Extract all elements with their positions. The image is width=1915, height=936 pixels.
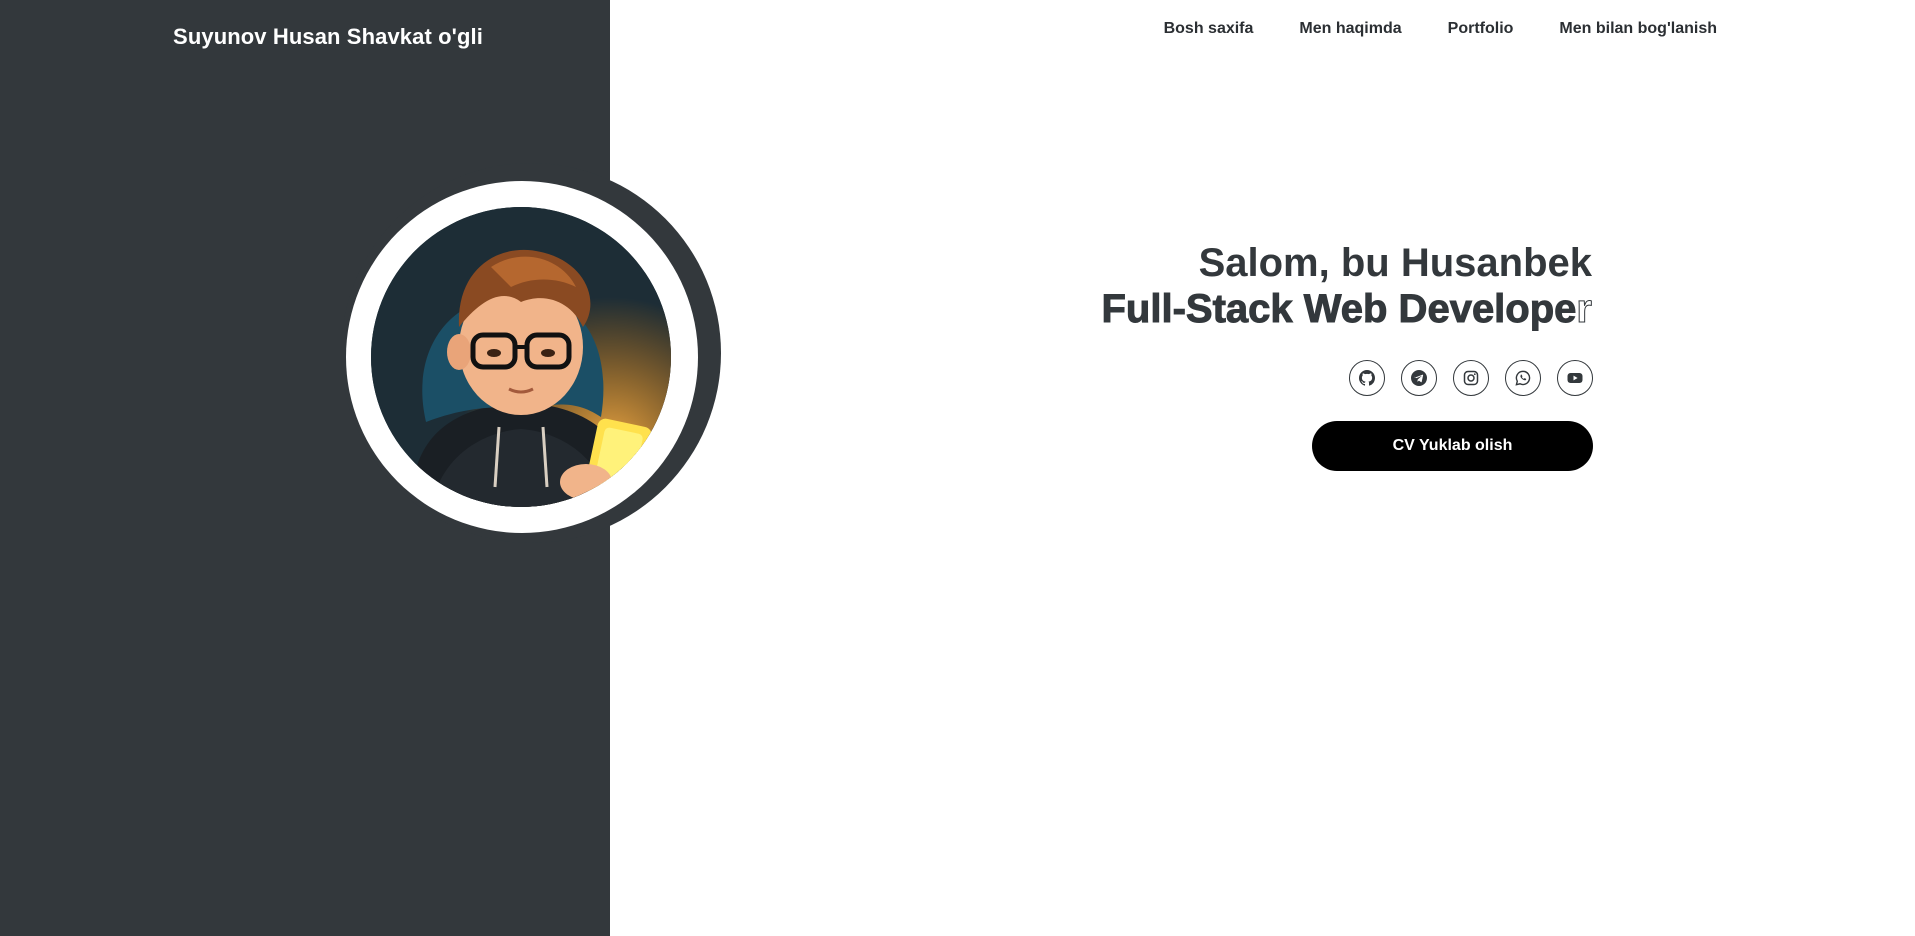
whatsapp-link[interactable] xyxy=(1505,360,1541,396)
page: Suyunov Husan Shavkat o'gli Bosh saxifa … xyxy=(0,0,1915,936)
telegram-icon xyxy=(1411,370,1427,386)
github-link[interactable] xyxy=(1349,360,1385,396)
nav-link-portfolio[interactable]: Portfolio xyxy=(1448,20,1514,38)
avatar xyxy=(371,207,671,507)
hero-greeting: Salom, bu Husanbek xyxy=(1198,241,1592,285)
whatsapp-icon xyxy=(1515,370,1531,386)
hero-title-text: Full-Stack Web Develope xyxy=(1101,287,1577,332)
instagram-icon xyxy=(1463,370,1479,386)
download-cv-button[interactable]: CV Yuklab olish xyxy=(1312,421,1593,471)
nav-link-home[interactable]: Bosh saxifa xyxy=(1164,20,1254,38)
social-links xyxy=(1349,360,1593,396)
github-icon xyxy=(1359,370,1375,386)
youtube-icon xyxy=(1567,373,1583,383)
brand-name[interactable]: Suyunov Husan Shavkat o'gli xyxy=(0,24,656,50)
avatar-illustration xyxy=(371,207,671,507)
hero-title: Full-Stack Web Developer xyxy=(1101,286,1593,332)
hero-text-block: Salom, bu Husanbek Full-Stack Web Develo… xyxy=(1101,240,1593,332)
telegram-link[interactable] xyxy=(1401,360,1437,396)
nav-link-contact[interactable]: Men bilan bog'lanish xyxy=(1559,20,1717,38)
typing-cursor-char: r xyxy=(1576,287,1593,332)
nav-link-about[interactable]: Men haqimda xyxy=(1299,20,1401,38)
youtube-link[interactable] xyxy=(1557,360,1593,396)
top-nav: Bosh saxifa Men haqimda Portfolio Men bi… xyxy=(1164,20,1717,38)
instagram-link[interactable] xyxy=(1453,360,1489,396)
